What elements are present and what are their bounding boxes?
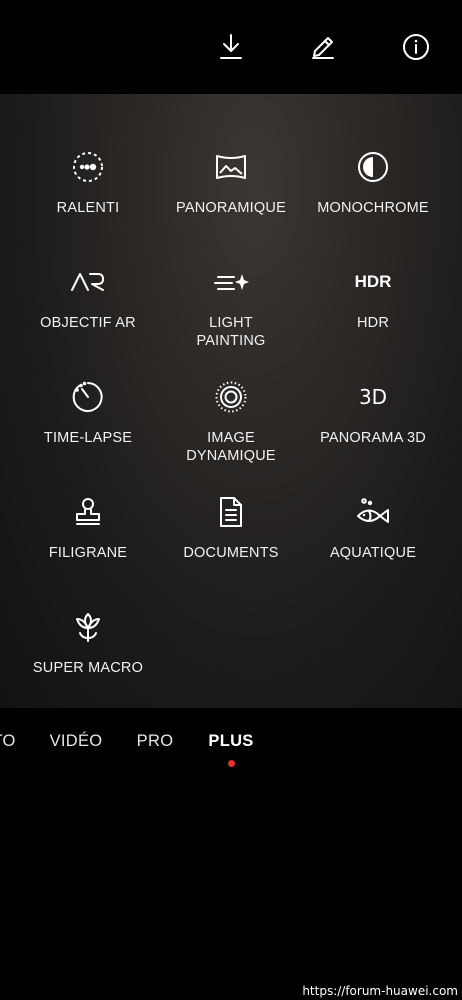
fish-icon xyxy=(353,492,393,532)
download-icon[interactable] xyxy=(216,32,246,62)
mode-label: OBJECTIF AR xyxy=(40,315,136,331)
mode-label: MONOCHROME xyxy=(317,200,429,216)
panorama-3d-icon-text: 3D xyxy=(358,385,388,409)
mode-light-painting[interactable]: LIGHT PAINTING xyxy=(156,262,306,350)
tab-video[interactable]: VIDÉO xyxy=(50,732,103,751)
mode-panorama-3d[interactable]: 3D PANORAMA 3D xyxy=(298,377,448,447)
info-icon[interactable] xyxy=(401,32,431,62)
mode-tabs: TO VIDÉO PRO PLUS xyxy=(0,724,462,764)
light-painting-icon xyxy=(211,262,251,302)
watermark-text: https://forum-huawei.com xyxy=(302,984,458,998)
active-tab-indicator xyxy=(228,760,235,767)
slow-motion-icon xyxy=(68,147,108,187)
panorama-3d-icon: 3D xyxy=(353,377,393,417)
mode-objectif-ar[interactable]: OBJECTIF AR xyxy=(13,262,163,332)
mode-image-dynamique[interactable]: IMAGE DYNAMIQUE xyxy=(156,377,306,465)
mode-label: HDR xyxy=(356,315,389,331)
document-icon xyxy=(211,492,251,532)
hdr-icon-text: HDR xyxy=(354,272,392,291)
mode-label: AQUATIQUE xyxy=(329,545,417,561)
mode-monochrome[interactable]: MONOCHROME xyxy=(298,147,448,217)
top-bar xyxy=(0,0,462,94)
mode-time-lapse[interactable]: TIME-LAPSE xyxy=(13,377,163,447)
modes-panel: RALENTI PANORAMIQUE MONOCHROME OBJECTIF … xyxy=(0,94,462,708)
mode-label: FILIGRANE xyxy=(48,545,128,561)
monochrome-icon xyxy=(353,147,393,187)
mode-filigrane[interactable]: FILIGRANE xyxy=(13,492,163,562)
tab-pro[interactable]: PRO xyxy=(137,732,174,751)
mode-label: PANORAMIQUE xyxy=(176,200,286,216)
mode-label: LIGHT PAINTING xyxy=(196,315,266,349)
tab-photo[interactable]: TO xyxy=(0,732,16,751)
mode-ralenti[interactable]: RALENTI xyxy=(13,147,163,217)
ar-lens-icon xyxy=(68,262,108,302)
watermark-stamp-icon xyxy=(68,492,108,532)
mode-super-macro[interactable]: SUPER MACRO xyxy=(13,607,163,677)
mode-label: SUPER MACRO xyxy=(32,660,144,676)
mode-aquatique[interactable]: AQUATIQUE xyxy=(298,492,448,562)
mode-documents[interactable]: DOCUMENTS xyxy=(156,492,306,562)
tab-plus[interactable]: PLUS xyxy=(208,732,253,751)
mode-label: IMAGE DYNAMIQUE xyxy=(186,430,276,464)
mode-panoramique[interactable]: PANORAMIQUE xyxy=(156,147,306,217)
hdr-icon: HDR xyxy=(353,262,393,302)
mode-label: RALENTI xyxy=(56,200,120,216)
mode-label: PANORAMA 3D xyxy=(320,430,426,446)
mode-label: DOCUMENTS xyxy=(183,545,279,561)
mode-hdr[interactable]: HDR HDR xyxy=(298,262,448,332)
panorama-icon xyxy=(211,147,251,187)
time-lapse-icon xyxy=(68,377,108,417)
mode-label: TIME-LAPSE xyxy=(43,430,133,446)
moving-picture-icon xyxy=(211,377,251,417)
flower-icon xyxy=(68,607,108,647)
edit-icon[interactable] xyxy=(308,32,338,62)
